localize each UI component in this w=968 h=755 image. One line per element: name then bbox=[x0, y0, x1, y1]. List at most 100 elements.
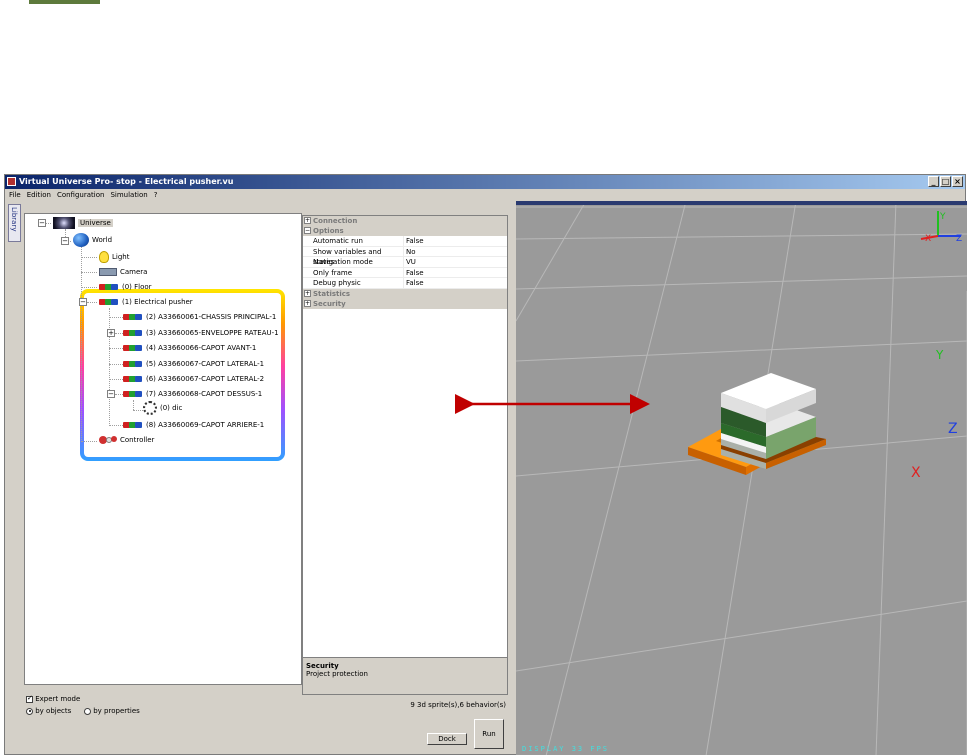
prop-value[interactable]: False bbox=[404, 268, 424, 278]
part-icon bbox=[99, 283, 119, 291]
light-label: Light bbox=[112, 253, 130, 261]
part-icon bbox=[123, 329, 143, 337]
close-button[interactable]: × bbox=[952, 176, 963, 187]
menu-file[interactable]: File bbox=[9, 189, 21, 201]
description-text: Project protection bbox=[306, 670, 368, 678]
galaxy-icon bbox=[53, 217, 75, 229]
window-title: Virtual Universe Pro- stop - Electrical … bbox=[19, 177, 234, 186]
section-security[interactable]: + Security bbox=[303, 298, 507, 309]
prop-key: Show variables and states bbox=[303, 246, 404, 266]
prop-row[interactable]: Debug physic False bbox=[303, 278, 507, 289]
tree-node-child[interactable]: (2) A33660061-CHASSIS PRINCIPAL-1 bbox=[123, 311, 276, 323]
tree-node-universe[interactable]: Universe bbox=[53, 217, 113, 229]
axis-y-label: Y bbox=[935, 348, 944, 362]
dic-label: (0) dic bbox=[160, 404, 183, 412]
prop-key: Automatic run bbox=[303, 236, 404, 246]
child-expander[interactable]: + bbox=[107, 329, 115, 337]
tree-node-controller[interactable]: Controller bbox=[99, 434, 154, 446]
section-expander[interactable]: + bbox=[304, 217, 311, 224]
tree-node-child[interactable]: (4) A33660066-CAPOT AVANT-1 bbox=[123, 342, 256, 354]
part-icon bbox=[99, 298, 119, 306]
prop-row[interactable]: Navigation mode VU bbox=[303, 257, 507, 268]
child-label: (8) A33660069-CAPOT ARRIERE-1 bbox=[146, 421, 265, 429]
prop-value[interactable]: False bbox=[404, 236, 424, 246]
bottom-controls: ✓ Expert mode by objects by properties 9… bbox=[24, 693, 510, 755]
prop-row[interactable]: Only frame False bbox=[303, 267, 507, 279]
fps-counter: DISPLAY 33 FPS bbox=[522, 745, 609, 753]
prop-row[interactable]: Show variables and states No bbox=[303, 246, 507, 266]
by-objects-radio[interactable] bbox=[26, 707, 33, 715]
library-tab-label: Library bbox=[10, 207, 18, 232]
camera-label: Camera bbox=[120, 268, 148, 276]
tree-node-child[interactable]: (5) A33660067-CAPOT LATERAL-1 bbox=[123, 358, 264, 370]
library-tab[interactable]: Library bbox=[8, 204, 21, 242]
part-icon bbox=[123, 421, 143, 429]
minimize-button[interactable]: _ bbox=[928, 176, 939, 187]
tree-node-pusher[interactable]: (1) Electrical pusher bbox=[99, 296, 193, 308]
section-options-label: Options bbox=[313, 227, 344, 235]
section-connection-label: Connection bbox=[313, 217, 358, 225]
child-label: (2) A33660061-CHASSIS PRINCIPAL-1 bbox=[146, 313, 277, 321]
world-expander[interactable]: − bbox=[61, 237, 69, 245]
3d-viewport[interactable]: Y Z X Y Z X DISPLAY 33 FPS bbox=[516, 201, 967, 755]
menu-help[interactable]: ? bbox=[154, 189, 158, 201]
tree-node-dic[interactable]: (0) dic bbox=[143, 401, 183, 415]
description-title: Security bbox=[306, 662, 339, 670]
child-expander[interactable]: − bbox=[107, 390, 115, 398]
by-objects-row[interactable]: by objects bbox=[26, 707, 71, 715]
pusher-label: (1) Electrical pusher bbox=[122, 298, 193, 306]
part-icon bbox=[123, 313, 143, 321]
section-options[interactable]: − Options bbox=[303, 226, 507, 236]
tree-node-child[interactable]: (3) A33660065-ENVELOPPE RATEAU-1 bbox=[123, 327, 279, 339]
prop-value[interactable]: VU bbox=[404, 257, 416, 267]
axis-x-label: X bbox=[911, 465, 921, 481]
title-bar: Virtual Universe Pro- stop - Electrical … bbox=[5, 175, 965, 189]
camera-icon bbox=[99, 268, 117, 276]
floor-label: (0) Floor bbox=[122, 283, 152, 291]
axis-z-label: Z bbox=[948, 421, 958, 437]
universe-expander[interactable]: − bbox=[38, 219, 46, 227]
section-statistics[interactable]: + Statistics bbox=[303, 288, 507, 299]
part-icon bbox=[123, 360, 143, 368]
child-label: (3) A33660065-ENVELOPPE RATEAU-1 bbox=[146, 329, 279, 337]
child-label: (4) A33660066-CAPOT AVANT-1 bbox=[146, 344, 257, 352]
world-label: World bbox=[92, 236, 113, 244]
child-label: (7) A33660068-CAPOT DESSUS-1 bbox=[146, 390, 263, 398]
run-button[interactable]: Run bbox=[474, 719, 504, 749]
pusher-expander[interactable]: − bbox=[79, 298, 87, 306]
dock-button[interactable]: Dock bbox=[427, 733, 467, 745]
section-security-label: Security bbox=[313, 299, 346, 308]
by-objects-label: by objects bbox=[35, 707, 72, 715]
part-icon bbox=[123, 344, 143, 352]
section-expander[interactable]: + bbox=[304, 289, 311, 297]
prop-row[interactable]: Automatic run False bbox=[303, 236, 507, 247]
section-connection[interactable]: + Connection bbox=[303, 216, 507, 226]
tree-node-child[interactable]: (8) A33660069-CAPOT ARRIERE-1 bbox=[123, 419, 264, 431]
child-label: (6) A33660067-CAPOT LATERAL-2 bbox=[146, 375, 265, 383]
properties-panel: + Connection − Options Automatic run Fal… bbox=[302, 215, 508, 687]
scene-tree-panel: − Universe − World Light Camera (0) Floo… bbox=[24, 213, 302, 685]
tree-node-world[interactable]: World bbox=[73, 233, 113, 247]
menu-configuration[interactable]: Configuration bbox=[57, 189, 104, 201]
maximize-button[interactable]: □ bbox=[940, 176, 951, 187]
menu-simulation[interactable]: Simulation bbox=[110, 189, 147, 201]
tree-node-light[interactable]: Light bbox=[99, 251, 129, 263]
expert-mode-checkbox[interactable]: ✓ bbox=[26, 694, 33, 703]
section-expander[interactable]: − bbox=[304, 227, 311, 234]
tree-node-floor[interactable]: (0) Floor bbox=[99, 281, 152, 293]
by-properties-radio[interactable] bbox=[84, 707, 91, 715]
menu-edition[interactable]: Edition bbox=[27, 189, 51, 201]
light-bulb-icon bbox=[99, 251, 109, 263]
tree-node-child[interactable]: (6) A33660067-CAPOT LATERAL-2 bbox=[123, 373, 264, 385]
tree-node-camera[interactable]: Camera bbox=[99, 266, 147, 278]
controller-icon bbox=[99, 435, 117, 445]
prop-value[interactable]: No bbox=[404, 247, 416, 257]
prop-value[interactable]: False bbox=[404, 278, 424, 288]
section-expander[interactable]: + bbox=[304, 299, 311, 307]
pusher-model[interactable] bbox=[688, 373, 826, 475]
tree-node-child[interactable]: (7) A33660068-CAPOT DESSUS-1 bbox=[123, 388, 262, 400]
by-properties-row[interactable]: by properties bbox=[84, 707, 140, 715]
prop-key: Navigation mode bbox=[303, 257, 404, 267]
svg-text:Z: Z bbox=[956, 234, 962, 244]
expert-mode-row[interactable]: ✓ Expert mode bbox=[26, 694, 80, 703]
